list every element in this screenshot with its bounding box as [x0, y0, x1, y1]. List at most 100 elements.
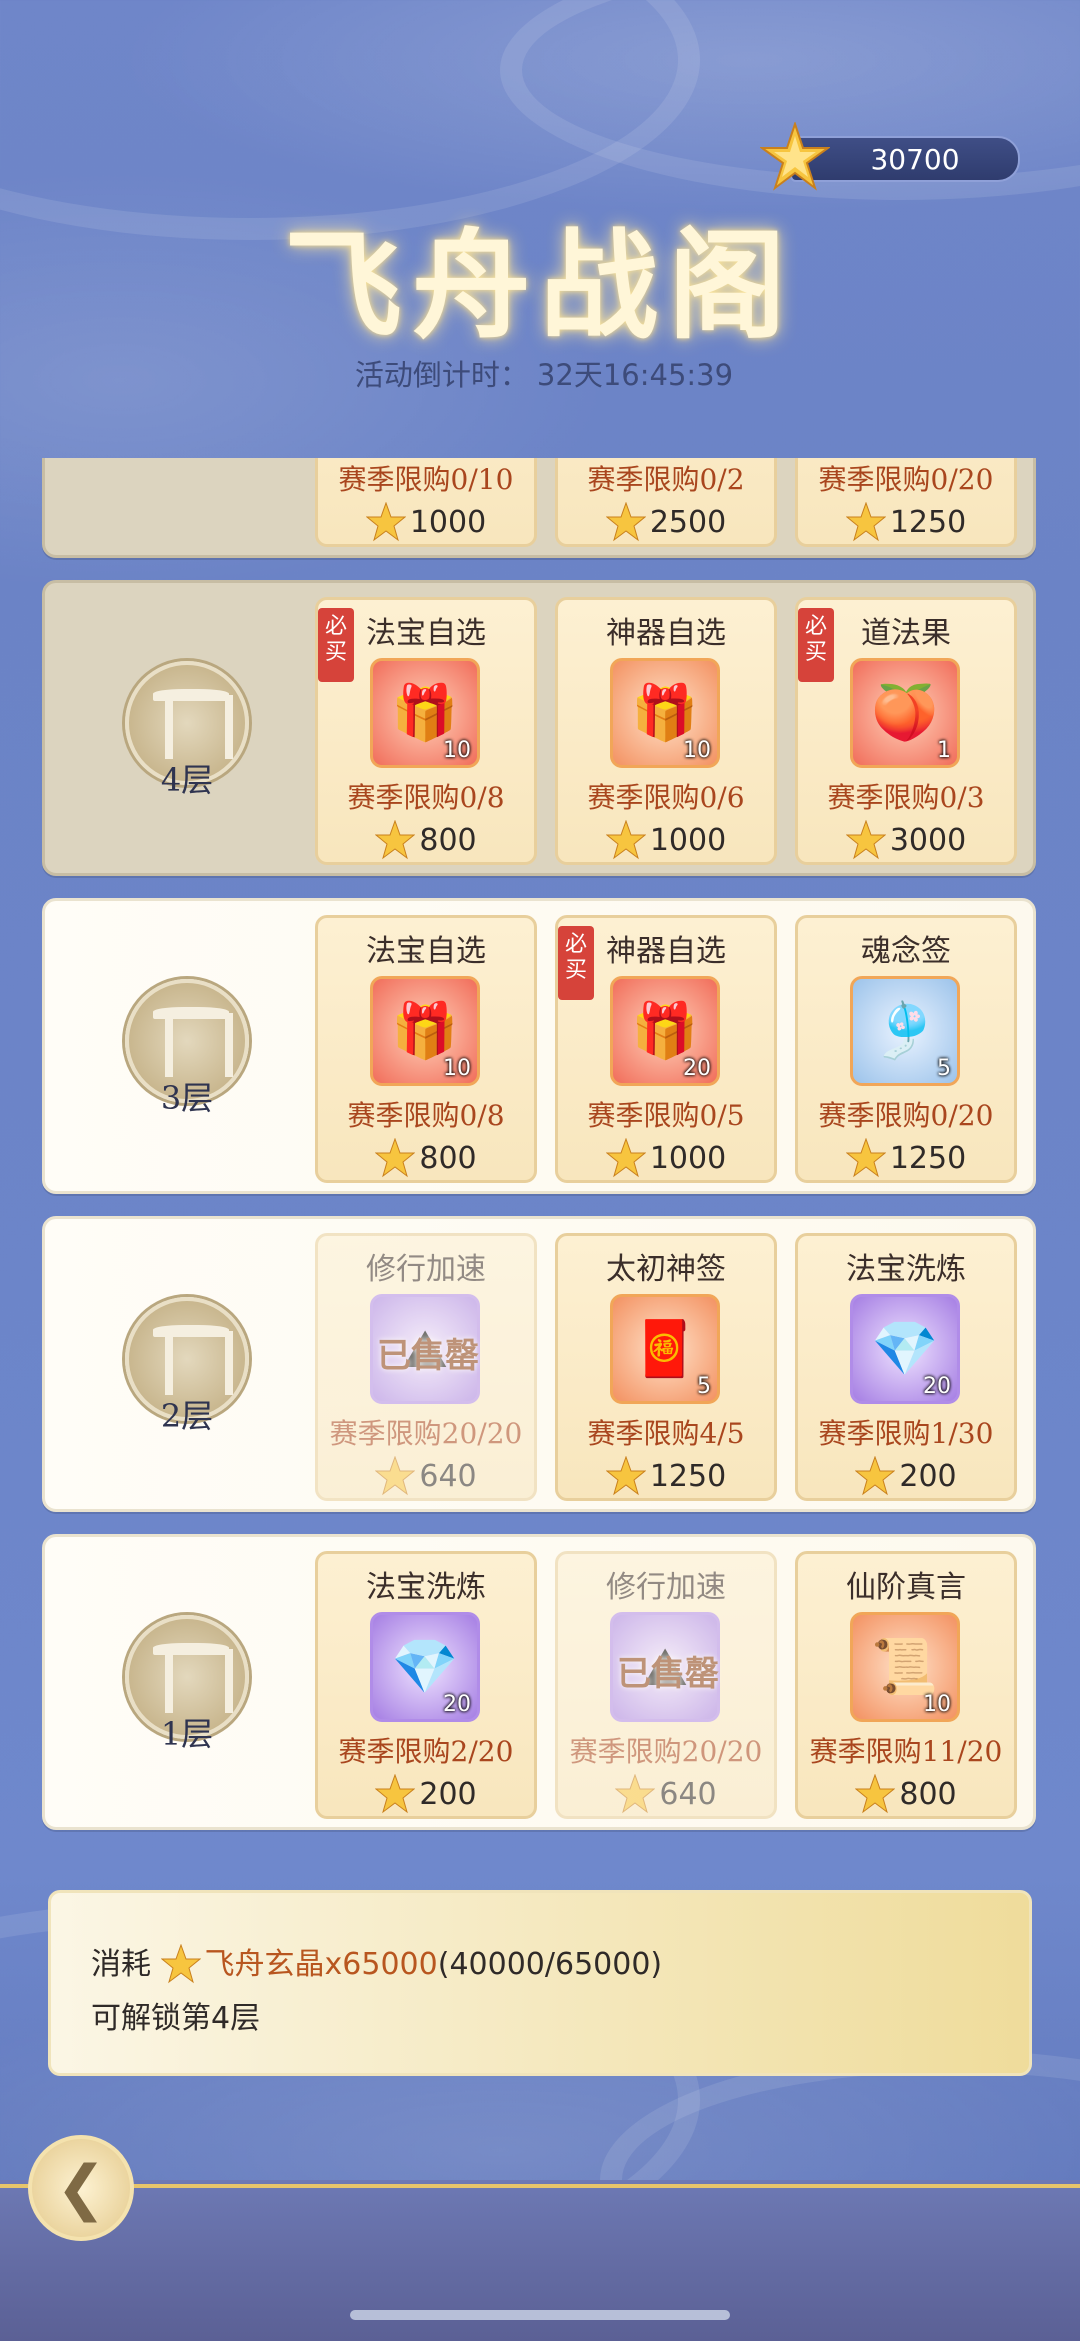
item-price: 800 — [318, 820, 534, 860]
jade-crystal-icon — [845, 502, 886, 542]
item-quantity: 20 — [443, 1692, 471, 1717]
divider — [0, 2184, 1080, 2188]
item-quantity: 10 — [923, 1692, 951, 1717]
purchase-limit: 赛季限购0/20 — [818, 1099, 994, 1132]
item-price: 640 — [318, 1456, 534, 1496]
cost-progress: (40000/65000) — [437, 1947, 663, 1982]
purchase-limit: 赛季限购0/6 — [587, 781, 745, 814]
divine-lot-icon: 🧧 5 — [610, 1294, 720, 1404]
gift-box-icon: 🎁 10 — [370, 976, 480, 1086]
item-name: 修行加速 — [366, 1252, 486, 1287]
event-countdown: 活动倒计时： 32天16:45:39 — [0, 352, 1080, 394]
item-price: 1250 — [798, 502, 1014, 542]
gift-box-icon: 🎁 10 — [370, 658, 480, 768]
jade-crystal-icon — [375, 1774, 416, 1814]
jade-crystal-icon — [615, 1774, 656, 1814]
jade-crystal-icon — [605, 1456, 646, 1496]
item-quantity: 20 — [923, 1374, 951, 1399]
item-name: 道法果 — [861, 616, 951, 651]
shop-item[interactable]: 必买 神器自选 🎁 20 赛季限购0/5 1000 — [555, 915, 777, 1183]
shop-item: 修行加速 ⛰ 已售罄 赛季限购20/20 640 — [315, 1233, 537, 1501]
scroll-icon: 📜 10 — [850, 1612, 960, 1722]
jade-crystal-icon — [605, 1138, 646, 1178]
home-indicator[interactable] — [350, 2310, 730, 2320]
purchase-limit: 赛季限购20/20 — [329, 1417, 523, 1450]
cost-item: 飞舟玄晶x65000 — [204, 1947, 438, 1982]
shop-item[interactable]: 神器自选 🎁 10 赛季限购0/6 1000 — [555, 597, 777, 865]
purchase-limit: 赛季限购0/5 — [587, 1099, 745, 1132]
shop-item[interactable]: 仙阶真言 📜 10 赛季限购11/20 800 — [795, 1551, 1017, 1819]
item-quantity: 10 — [443, 1056, 471, 1081]
item-name: 修行加速 — [606, 1570, 726, 1605]
crystal-icon: 💎 20 — [850, 1294, 960, 1404]
item-name: 法宝自选 — [366, 616, 486, 651]
item-name: 魂念签 — [861, 934, 951, 969]
floor-label: 1层 — [160, 1715, 214, 1753]
shop-item: 修行加速 ⛰ 已售罄 赛季限购20/20 640 — [555, 1551, 777, 1819]
shop-item[interactable]: 赛季限购0/2 2500 — [555, 458, 777, 547]
gift-box-icon: 🎁 20 — [610, 976, 720, 1086]
floor-card-3: 3层 法宝自选 🎁 10 赛季限购0/8 800 必买 神器自选 🎁 20 赛季限购… — [42, 898, 1036, 1194]
countdown-label: 活动倒计时： — [354, 358, 529, 392]
purchase-limit: 赛季限购2/20 — [338, 1735, 514, 1768]
item-price: 1250 — [558, 1456, 774, 1496]
shop-item[interactable]: 赛季限购0/20 1250 — [795, 458, 1017, 547]
shop-item[interactable]: 法宝自选 🎁 10 赛季限购0/8 800 — [315, 915, 537, 1183]
jade-crystal-icon — [855, 1774, 896, 1814]
item-name: 神器自选 — [606, 616, 726, 651]
item-price: 3000 — [798, 820, 1014, 860]
floor-card-3-partial: 3层 赛季限购0/10 1000 赛季限购0/2 2500 赛季限购0/20 1… — [42, 458, 1036, 558]
floor-list[interactable]: 3层 赛季限购0/10 1000 赛季限购0/2 2500 赛季限购0/20 1… — [0, 458, 1080, 1838]
shop-item[interactable]: 法宝洗炼 💎 20 赛季限购2/20 200 — [315, 1551, 537, 1819]
floor-label: 3层 — [160, 1079, 214, 1117]
purchase-limit: 赛季限购1/30 — [818, 1417, 994, 1450]
item-name: 仙阶真言 — [846, 1570, 966, 1605]
shop-item[interactable]: 赛季限购0/10 1000 — [315, 458, 537, 547]
purchase-limit: 赛季限购0/2 — [587, 463, 745, 496]
currency-amount: 30700 — [870, 142, 960, 176]
back-arrow-icon: ❮ — [55, 2153, 107, 2223]
item-price: 640 — [558, 1774, 774, 1814]
jade-crystal-icon — [605, 502, 646, 542]
purchase-limit: 赛季限购0/8 — [347, 781, 505, 814]
back-button[interactable]: ❮ — [28, 2135, 134, 2241]
floor-card-2: 2层 修行加速 ⛰ 已售罄 赛季限购20/20 640 太初神签 🧧 5 赛季限购… — [42, 1216, 1036, 1512]
soul-charm-icon: 🎐 5 — [850, 976, 960, 1086]
unlock-cost-line: 消耗 飞舟玄晶x65000(40000/65000) — [91, 1939, 662, 1984]
floor-card-4: 4层 必买 法宝自选 🎁 10 赛季限购0/8 800 神器自选 🎁 10 赛季限购… — [42, 580, 1036, 876]
item-price: 800 — [318, 1138, 534, 1178]
jade-crystal-icon — [845, 1138, 886, 1178]
item-price: 1000 — [318, 502, 534, 542]
shop-item[interactable]: 魂念签 🎐 5 赛季限购0/20 1250 — [795, 915, 1017, 1183]
item-price: 1250 — [798, 1138, 1014, 1178]
cost-prefix: 消耗 — [91, 1947, 151, 1982]
jade-crystal-icon — [605, 820, 646, 860]
item-name: 法宝洗炼 — [846, 1252, 966, 1287]
shop-item[interactable]: 太初神签 🧧 5 赛季限购4/5 1250 — [555, 1233, 777, 1501]
jade-crystal-icon — [375, 1456, 416, 1496]
item-quantity: 5 — [697, 1374, 711, 1399]
item-price: 200 — [318, 1774, 534, 1814]
floor-label: 4层 — [160, 761, 214, 799]
sold-out-stamp: 已售罄 — [377, 1336, 479, 1376]
item-name: 太初神签 — [606, 1252, 726, 1287]
jade-crystal-icon — [855, 1456, 896, 1496]
item-quantity: 1 — [937, 738, 951, 763]
shop-item[interactable]: 必买 道法果 🍑 1 赛季限购0/3 3000 — [795, 597, 1017, 865]
purchase-limit: 赛季限购0/10 — [338, 463, 514, 496]
purchase-limit: 赛季限购0/8 — [347, 1099, 505, 1132]
shop-item[interactable]: 法宝洗炼 💎 20 赛季限购1/30 200 — [795, 1233, 1017, 1501]
item-price: 800 — [798, 1774, 1014, 1814]
unlock-hint: 可解锁第4层 — [91, 2001, 261, 2036]
item-price: 1000 — [558, 820, 774, 860]
purchase-limit: 赛季限购0/20 — [818, 463, 994, 496]
sold-out-stamp: 已售罄 — [617, 1654, 719, 1694]
unlock-cost-panel: 消耗 飞舟玄晶x65000(40000/65000) 可解锁第4层 — [48, 1890, 1032, 2076]
jade-crystal-icon — [160, 1944, 201, 1984]
item-quantity: 20 — [683, 1056, 711, 1081]
jade-crystal-icon — [365, 502, 406, 542]
item-quantity: 10 — [443, 738, 471, 763]
purchase-limit: 赛季限购11/20 — [809, 1735, 1003, 1768]
shop-item[interactable]: 必买 法宝自选 🎁 10 赛季限购0/8 800 — [315, 597, 537, 865]
jade-crystal-icon — [845, 820, 886, 860]
